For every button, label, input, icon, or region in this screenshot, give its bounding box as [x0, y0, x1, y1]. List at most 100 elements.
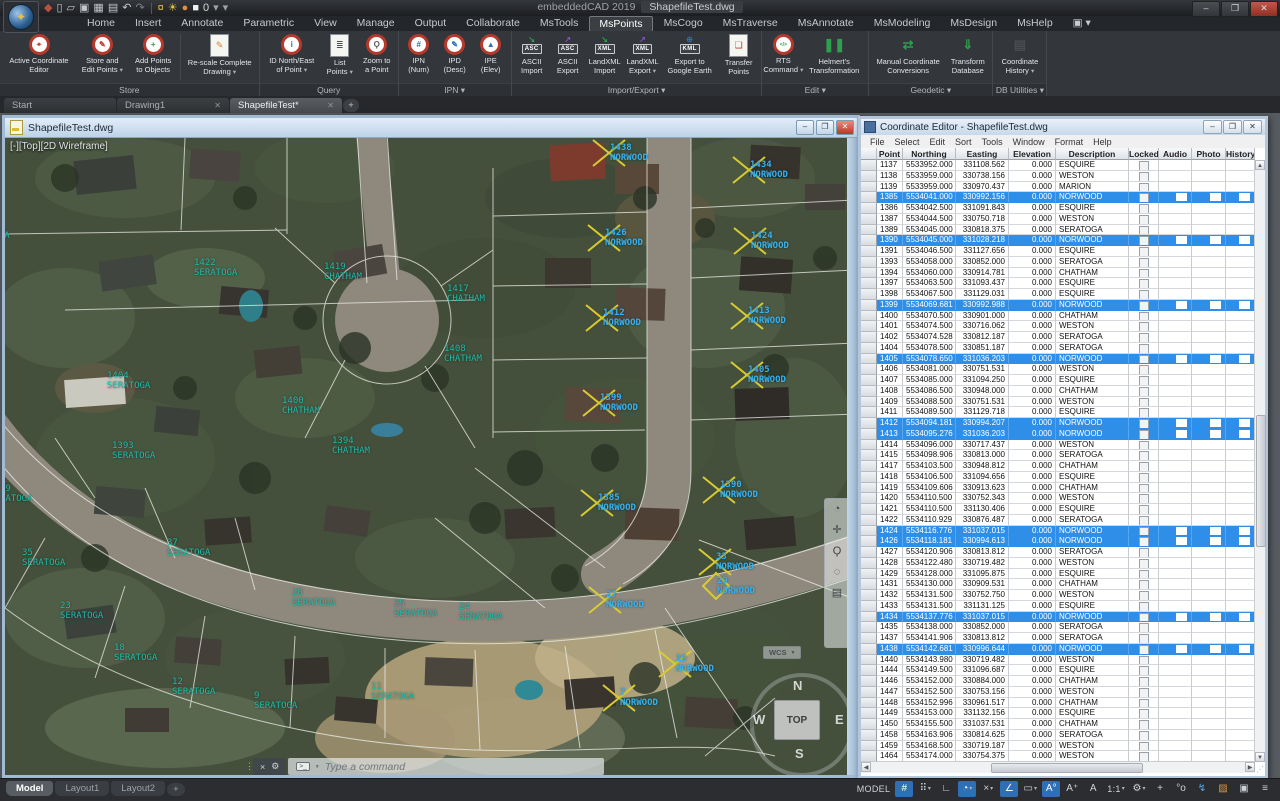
ipd-desc-button[interactable]: ✎IPD(Desc) [437, 32, 473, 75]
locked-checkbox[interactable] [1139, 215, 1149, 225]
locked-checkbox[interactable] [1139, 613, 1149, 623]
cell-locked[interactable] [1129, 354, 1159, 365]
cell-description[interactable]: NORWOOD [1056, 300, 1129, 311]
cell-northing[interactable]: 5534149.500 [903, 665, 956, 676]
cell-northing[interactable]: 5534095.276 [903, 429, 956, 440]
cell-elevation[interactable]: 0.000 [1009, 332, 1056, 343]
cell-northing[interactable]: 5534137.776 [903, 612, 956, 623]
command-input[interactable]: >_ ▼ Type a command [288, 758, 604, 775]
horizontal-scrollbar[interactable]: ◀ ▶ [861, 761, 1255, 773]
cell-photo[interactable] [1192, 698, 1226, 709]
cell-photo[interactable] [1192, 386, 1226, 397]
cell-point[interactable]: 1405 [877, 354, 903, 365]
cell-history[interactable] [1226, 708, 1255, 719]
cell-description[interactable]: NORWOOD [1056, 192, 1129, 203]
cell-northing[interactable]: 5534143.980 [903, 655, 956, 666]
locked-checkbox[interactable] [1139, 193, 1149, 203]
table-row[interactable]: 11375533952.000331108.5620.000ESQUIRE [861, 160, 1265, 171]
cell-description[interactable]: CHATHAM [1056, 698, 1129, 709]
locked-checkbox[interactable] [1139, 634, 1149, 644]
cell-history[interactable] [1226, 257, 1255, 268]
cell-easting[interactable]: 330948.812 [956, 461, 1009, 472]
editor-minimize-button[interactable]: – [1203, 120, 1222, 134]
table-row[interactable]: 13995534069.681330992.9880.000NORWOOD [861, 300, 1265, 311]
cell-locked[interactable] [1129, 730, 1159, 741]
cell-audio[interactable] [1159, 429, 1192, 440]
row-selector[interactable] [861, 343, 877, 354]
close-tab-icon[interactable]: ✕ [214, 101, 221, 110]
ascii-import-button[interactable]: ↘ASCASCIIImport [514, 32, 550, 76]
cell-point[interactable]: 1400 [877, 311, 903, 322]
cell-photo[interactable] [1192, 665, 1226, 676]
row-selector[interactable] [861, 311, 877, 322]
new-file-icon[interactable]: ▯ [56, 1, 62, 15]
cell-description[interactable]: WESTON [1056, 655, 1129, 666]
row-selector[interactable] [861, 257, 877, 268]
ipe-elev-button[interactable]: ▲IPE(Elev) [473, 32, 509, 75]
cell-photo[interactable] [1192, 214, 1226, 225]
cell-history[interactable] [1226, 171, 1255, 182]
cell-locked[interactable] [1129, 160, 1159, 171]
cell-locked[interactable] [1129, 429, 1159, 440]
undo-icon[interactable]: ↶ [122, 1, 131, 15]
cell-photo[interactable] [1192, 622, 1226, 633]
cell-history[interactable] [1226, 665, 1255, 676]
object-snap-toggle[interactable]: ▭▾ [1021, 781, 1039, 797]
cell-locked[interactable] [1129, 558, 1159, 569]
cell-description[interactable]: ESQUIRE [1056, 708, 1129, 719]
cell-point[interactable]: 1391 [877, 246, 903, 257]
locked-checkbox[interactable] [1139, 161, 1149, 171]
cell-description[interactable]: MARION [1056, 182, 1129, 193]
locked-checkbox[interactable] [1139, 699, 1149, 709]
cell-point[interactable]: 1440 [877, 655, 903, 666]
cell-audio[interactable] [1159, 332, 1192, 343]
cell-history[interactable] [1226, 569, 1255, 580]
cell-easting[interactable]: 330752.750 [956, 590, 1009, 601]
cell-locked[interactable] [1129, 311, 1159, 322]
locked-checkbox[interactable] [1139, 537, 1149, 547]
locked-checkbox[interactable] [1139, 484, 1149, 494]
coordinate-editor-titlebar[interactable]: Coordinate Editor - ShapefileTest.dwg –❐… [861, 119, 1265, 135]
cell-history[interactable] [1226, 590, 1255, 601]
table-row[interactable]: 14445534149.500331096.6870.000ESQUIRE [861, 665, 1265, 676]
cell-history[interactable] [1226, 698, 1255, 709]
locked-checkbox[interactable] [1139, 720, 1149, 730]
cell-description[interactable]: NORWOOD [1056, 644, 1129, 655]
cell-point[interactable]: 1427 [877, 547, 903, 558]
table-row[interactable]: 13945534060.000330914.7810.000CHATHAM [861, 268, 1265, 279]
cell-point[interactable]: 1438 [877, 644, 903, 655]
close-tab-icon[interactable]: ✕ [327, 101, 334, 110]
cell-photo[interactable] [1192, 612, 1226, 623]
cell-northing[interactable]: 5534045.000 [903, 225, 956, 236]
compass-north[interactable]: N [793, 678, 802, 693]
cell-northing[interactable]: 5533959.000 [903, 182, 956, 193]
cell-point[interactable]: 1459 [877, 741, 903, 752]
locked-checkbox[interactable] [1139, 527, 1149, 537]
model-space-button[interactable]: MODEL [855, 781, 893, 797]
locked-checkbox[interactable] [1139, 473, 1149, 483]
save-icon[interactable]: ▣ [79, 1, 89, 15]
cell-northing[interactable]: 5533959.000 [903, 171, 956, 182]
table-row[interactable]: 14345534137.776331037.0150.000NORWOOD [861, 612, 1265, 623]
row-selector[interactable] [861, 622, 877, 633]
row-selector[interactable] [861, 526, 877, 537]
cell-locked[interactable] [1129, 278, 1159, 289]
locked-checkbox[interactable] [1139, 570, 1149, 580]
cell-locked[interactable] [1129, 289, 1159, 300]
cell-photo[interactable] [1192, 472, 1226, 483]
cell-easting[interactable]: 330948.000 [956, 386, 1009, 397]
scroll-up-icon[interactable]: ▲ [1255, 160, 1265, 170]
cell-audio[interactable] [1159, 526, 1192, 537]
cell-easting[interactable]: 330852.000 [956, 622, 1009, 633]
cell-photo[interactable] [1192, 364, 1226, 375]
row-selector[interactable] [861, 354, 877, 365]
scroll-left-icon[interactable]: ◀ [861, 762, 871, 772]
cell-history[interactable] [1226, 192, 1255, 203]
cell-photo[interactable] [1192, 171, 1226, 182]
cell-description[interactable]: ESQUIRE [1056, 160, 1129, 171]
id-north-east-of-point-button[interactable]: iID North/Eastof Point ▾ [262, 32, 322, 75]
cell-history[interactable] [1226, 440, 1255, 451]
menu-edit[interactable]: Edit [925, 137, 951, 147]
cell-audio[interactable] [1159, 418, 1192, 429]
customization-menu-button[interactable]: ≡ [1256, 781, 1274, 797]
